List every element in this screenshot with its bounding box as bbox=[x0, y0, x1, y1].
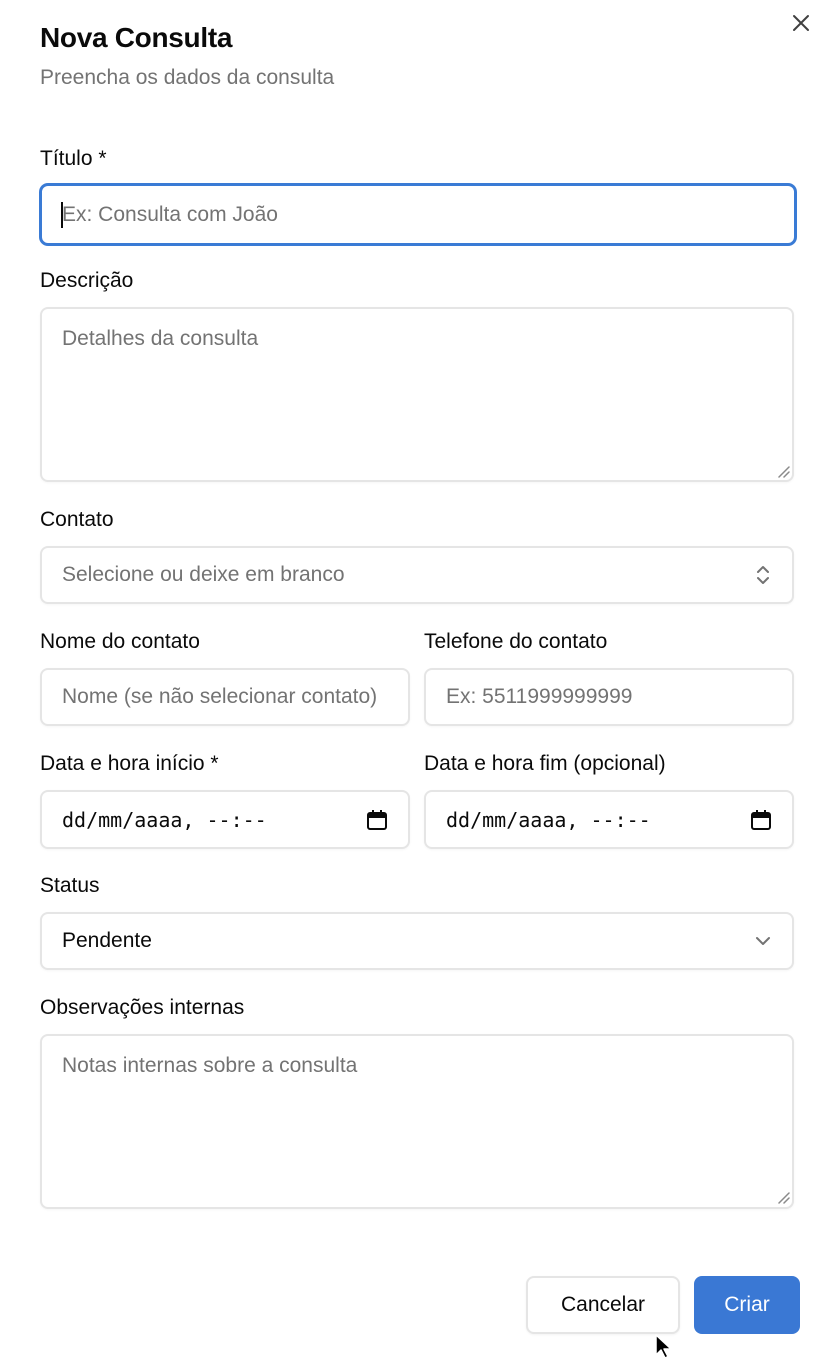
contact-phone-input[interactable] bbox=[424, 668, 794, 726]
resize-handle-icon[interactable] bbox=[776, 464, 790, 478]
status-select[interactable]: Pendente bbox=[40, 912, 794, 970]
start-datetime-placeholder: dd/mm/aaaa, --:-- bbox=[62, 807, 267, 832]
create-button[interactable]: Criar bbox=[694, 1276, 800, 1334]
title-label: Título * bbox=[40, 147, 107, 170]
new-appointment-dialog: Nova Consulta Preencha os dados da consu… bbox=[0, 0, 832, 1360]
contact-phone-label: Telefone do contato bbox=[424, 630, 608, 653]
close-icon bbox=[793, 15, 809, 31]
calendar-icon[interactable] bbox=[366, 809, 388, 831]
description-label: Descrição bbox=[40, 269, 134, 292]
mouse-pointer-icon bbox=[655, 1334, 672, 1359]
resize-handle-icon[interactable] bbox=[776, 1190, 790, 1204]
chevrons-up-down-icon bbox=[757, 566, 769, 584]
end-datetime-label: Data e hora fim (opcional) bbox=[424, 752, 666, 775]
contact-name-label: Nome do contato bbox=[40, 630, 200, 653]
end-datetime-input[interactable]: dd/mm/aaaa, --:-- bbox=[424, 790, 794, 849]
chevron-down-icon bbox=[756, 937, 770, 945]
internal-notes-textarea[interactable] bbox=[40, 1034, 794, 1209]
contact-name-input[interactable] bbox=[40, 668, 410, 726]
contact-combobox[interactable]: Selecione ou deixe em branco bbox=[40, 546, 794, 604]
status-select-value: Pendente bbox=[62, 929, 152, 952]
cancel-button[interactable]: Cancelar bbox=[526, 1276, 680, 1334]
status-label: Status bbox=[40, 874, 100, 897]
end-datetime-placeholder: dd/mm/aaaa, --:-- bbox=[446, 807, 651, 832]
title-input[interactable] bbox=[40, 184, 796, 245]
calendar-icon[interactable] bbox=[750, 809, 772, 831]
close-button[interactable] bbox=[788, 10, 814, 36]
start-datetime-label: Data e hora início * bbox=[40, 752, 219, 775]
text-caret bbox=[61, 202, 63, 228]
internal-notes-label: Observações internas bbox=[40, 996, 245, 1019]
description-textarea[interactable] bbox=[40, 307, 794, 482]
contact-label: Contato bbox=[40, 508, 114, 531]
contact-combobox-placeholder: Selecione ou deixe em branco bbox=[62, 563, 345, 586]
start-datetime-input[interactable]: dd/mm/aaaa, --:-- bbox=[40, 790, 410, 849]
dialog-subtitle: Preencha os dados da consulta bbox=[40, 66, 335, 89]
dialog-title: Nova Consulta bbox=[40, 22, 233, 53]
